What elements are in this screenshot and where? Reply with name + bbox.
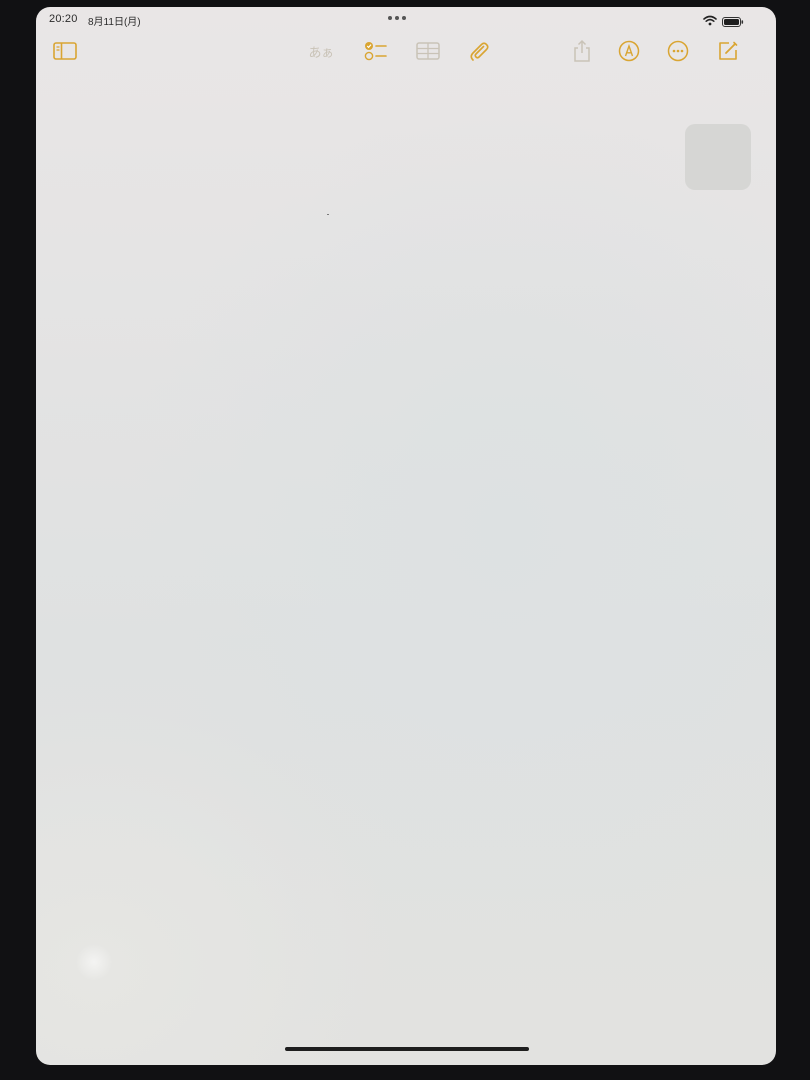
paperclip-icon <box>468 40 490 62</box>
markup-button[interactable] <box>617 35 641 67</box>
status-time: 20:20 <box>49 13 78 25</box>
table-button[interactable] <box>415 35 441 67</box>
share-icon <box>572 39 592 63</box>
share-button[interactable] <box>570 35 594 67</box>
drawing-thumbnail-placeholder[interactable] <box>685 124 751 190</box>
wifi-icon <box>703 13 717 31</box>
notes-screen: 20:20 8月11日(月) あぁ <box>36 7 776 1065</box>
note-text-area[interactable] <box>56 87 676 1027</box>
dot-icon <box>402 16 406 20</box>
home-indicator[interactable] <box>285 1047 529 1051</box>
compose-icon <box>717 40 739 62</box>
dot-icon <box>388 16 392 20</box>
checklist-icon <box>364 40 388 62</box>
checklist-button[interactable] <box>363 35 389 67</box>
battery-icon <box>722 14 744 32</box>
status-bar: 20:20 8月11日(月) <box>36 7 776 31</box>
format-label: あぁ <box>308 45 334 61</box>
device-frame: 20:20 8月11日(月) あぁ <box>0 0 810 1080</box>
markup-pen-icon <box>618 40 640 62</box>
status-date: 8月11日(月) <box>88 17 141 28</box>
cursor-mark <box>327 214 329 215</box>
more-ellipsis-icon <box>667 40 689 62</box>
sidebar-toggle-icon <box>53 42 77 60</box>
multitasking-menu-dots[interactable] <box>388 16 406 20</box>
attachment-button[interactable] <box>466 35 492 67</box>
more-button[interactable] <box>666 35 690 67</box>
notes-toolbar: あぁ <box>36 35 776 71</box>
screen-glare <box>76 942 112 982</box>
dot-icon <box>395 16 399 20</box>
sidebar-toggle-button[interactable] <box>52 35 78 67</box>
compose-button[interactable] <box>716 35 740 67</box>
format-button[interactable]: あぁ <box>304 35 338 67</box>
table-icon <box>416 42 440 60</box>
